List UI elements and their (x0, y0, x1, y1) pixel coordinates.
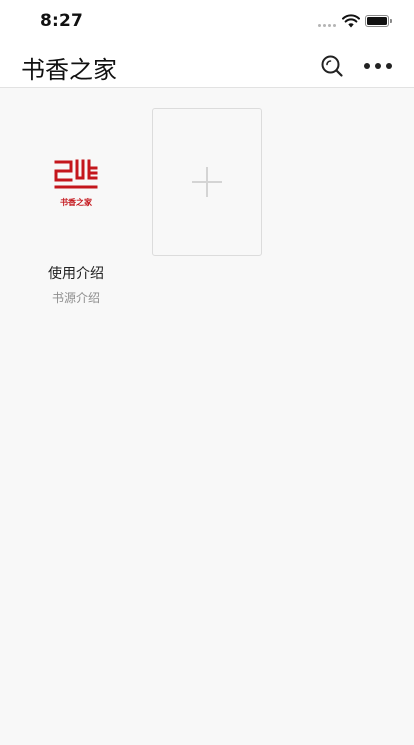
book-cover[interactable]: 书香之家 (22, 110, 130, 256)
seal-icon (54, 159, 98, 189)
page-title: 书香之家 (21, 56, 117, 84)
shuxiang-logo: 书香之家 (53, 158, 99, 208)
add-book-button[interactable] (152, 108, 262, 256)
wifi-icon (342, 14, 360, 28)
book-title: 使用介绍 (48, 266, 104, 282)
book-item[interactable]: 书香之家 使用介绍 书源介绍 (22, 110, 130, 306)
signal-icon (318, 24, 336, 27)
battery-icon (365, 15, 389, 27)
status-bar: 8:27 (0, 0, 414, 44)
more-icon[interactable] (362, 52, 394, 80)
search-icon[interactable] (318, 52, 346, 80)
logo-text: 书香之家 (60, 198, 92, 207)
book-subtitle: 书源介绍 (51, 291, 100, 305)
nav-bar: 书香之家 (0, 44, 414, 88)
plus-icon (192, 167, 222, 197)
status-time: 8:27 (40, 11, 84, 31)
battery-tip (390, 19, 392, 23)
